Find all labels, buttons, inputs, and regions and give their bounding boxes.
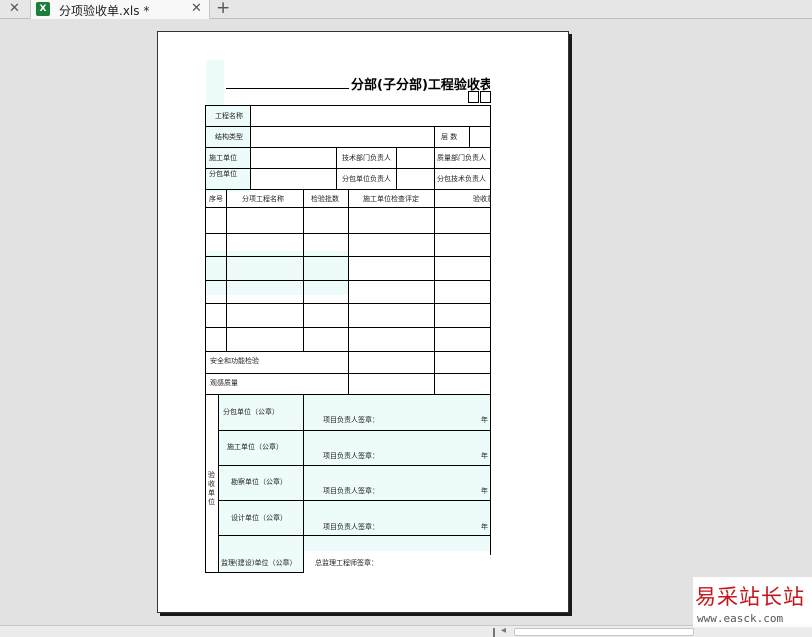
label-project-name: 工程名称: [215, 112, 243, 120]
unit-name: 监理(建设)单位（公章）: [221, 559, 297, 567]
tab-title: 分项验收单.xls *: [59, 4, 150, 18]
col-header-eval: 施工单位检查评定: [363, 195, 419, 203]
unit-name: 施工单位（公章）: [227, 443, 283, 451]
label-structure-type: 结构类型: [215, 133, 243, 141]
label-quality-dept-head: 质量部门负责人: [437, 154, 486, 162]
grid-line: [469, 126, 470, 147]
watermark-title: 易采站长站: [695, 585, 805, 609]
tab-close-icon[interactable]: ✕: [191, 1, 202, 16]
grid-line: [205, 168, 491, 169]
grid-line: [218, 500, 491, 501]
horizontal-scrollbar[interactable]: ◂: [0, 625, 812, 637]
col-header-accept: 验收意见: [473, 195, 491, 203]
label-construction-unit: 施工单位: [209, 154, 237, 162]
unit-year: 年: [481, 452, 488, 460]
label-floors: 层 数: [441, 133, 458, 141]
title-underline: [226, 88, 349, 89]
scroll-thumb[interactable]: [514, 628, 694, 636]
grid-line: [218, 535, 491, 536]
grid-line: [205, 394, 491, 395]
new-tab-icon[interactable]: +: [216, 0, 230, 18]
grid-line: [434, 189, 435, 394]
unit-name: 勘察单位（公章）: [231, 478, 287, 486]
grid-line: [218, 430, 491, 431]
unit-year: 年: [481, 523, 488, 531]
unit-name: 分包单位（公章）: [223, 408, 279, 416]
excel-icon: X: [36, 2, 50, 16]
grid-line: [434, 126, 435, 147]
scroll-left-icon[interactable]: ◂: [501, 625, 506, 636]
grid-line: [205, 147, 491, 148]
grid-line: [336, 147, 337, 189]
grid-line: [490, 105, 491, 555]
unit-year: 年: [481, 487, 488, 495]
checkbox-square: [480, 91, 491, 103]
grid-line: [226, 189, 227, 351]
grid-line: [218, 465, 491, 466]
close-icon[interactable]: ✕: [9, 1, 20, 16]
document-tab-bar: ✕ X 分项验收单.xls * ✕ +: [0, 0, 812, 19]
label-tech-dept-head: 技术部门负责人: [342, 154, 391, 162]
unit-year: 年: [481, 416, 488, 424]
label-sub-contractor-tech-head: 分包技术负责人: [437, 175, 486, 183]
grid-line: [218, 395, 219, 573]
grid-line: [396, 147, 397, 189]
grid-line: [348, 189, 349, 394]
unit-signer: 项目负责人签章：: [323, 523, 379, 531]
unit-signer: 项目负责人签章：: [323, 452, 379, 460]
grid-line: [205, 105, 206, 573]
watermark-url: www.easck.com: [697, 612, 784, 625]
checkbox-square: [468, 91, 479, 103]
label-visual-quality: 观感质量: [210, 379, 238, 387]
label-sub-contractor: 分包单位: [209, 170, 237, 178]
grid-line: [303, 189, 304, 351]
col-header-batch-count: 检验批数: [311, 195, 339, 203]
col-header-no: 序号: [209, 195, 223, 203]
unit-signer: 项目负责人签章：: [323, 487, 379, 495]
unit-name: 设计单位（公章）: [231, 514, 287, 522]
grid-line: [434, 147, 435, 189]
acceptance-table: 工程名称 结构类型 层 数 施工单位 技术部门负责人 质量部门负责人 分包单位 …: [205, 105, 491, 573]
document-tab[interactable]: X 分项验收单.xls * ✕: [30, 0, 210, 19]
grid-line: [205, 105, 491, 106]
label-sub-contractor-head: 分包单位负责人: [342, 175, 391, 183]
grid-line: [205, 126, 491, 127]
unit-signer: 项目负责人签章：: [323, 416, 379, 424]
grid-line: [205, 572, 304, 573]
label-safety-check: 安全和功能检验: [210, 357, 259, 365]
col-header-item-name: 分项工程名称: [242, 195, 284, 203]
label-accept-unit: 验收单位: [208, 471, 215, 506]
grid-line: [250, 105, 251, 189]
scroll-separator: [493, 628, 495, 637]
title-fill: [206, 60, 224, 106]
grid-line: [303, 395, 304, 573]
unit-signer: 总监理工程师签章：: [315, 559, 378, 567]
